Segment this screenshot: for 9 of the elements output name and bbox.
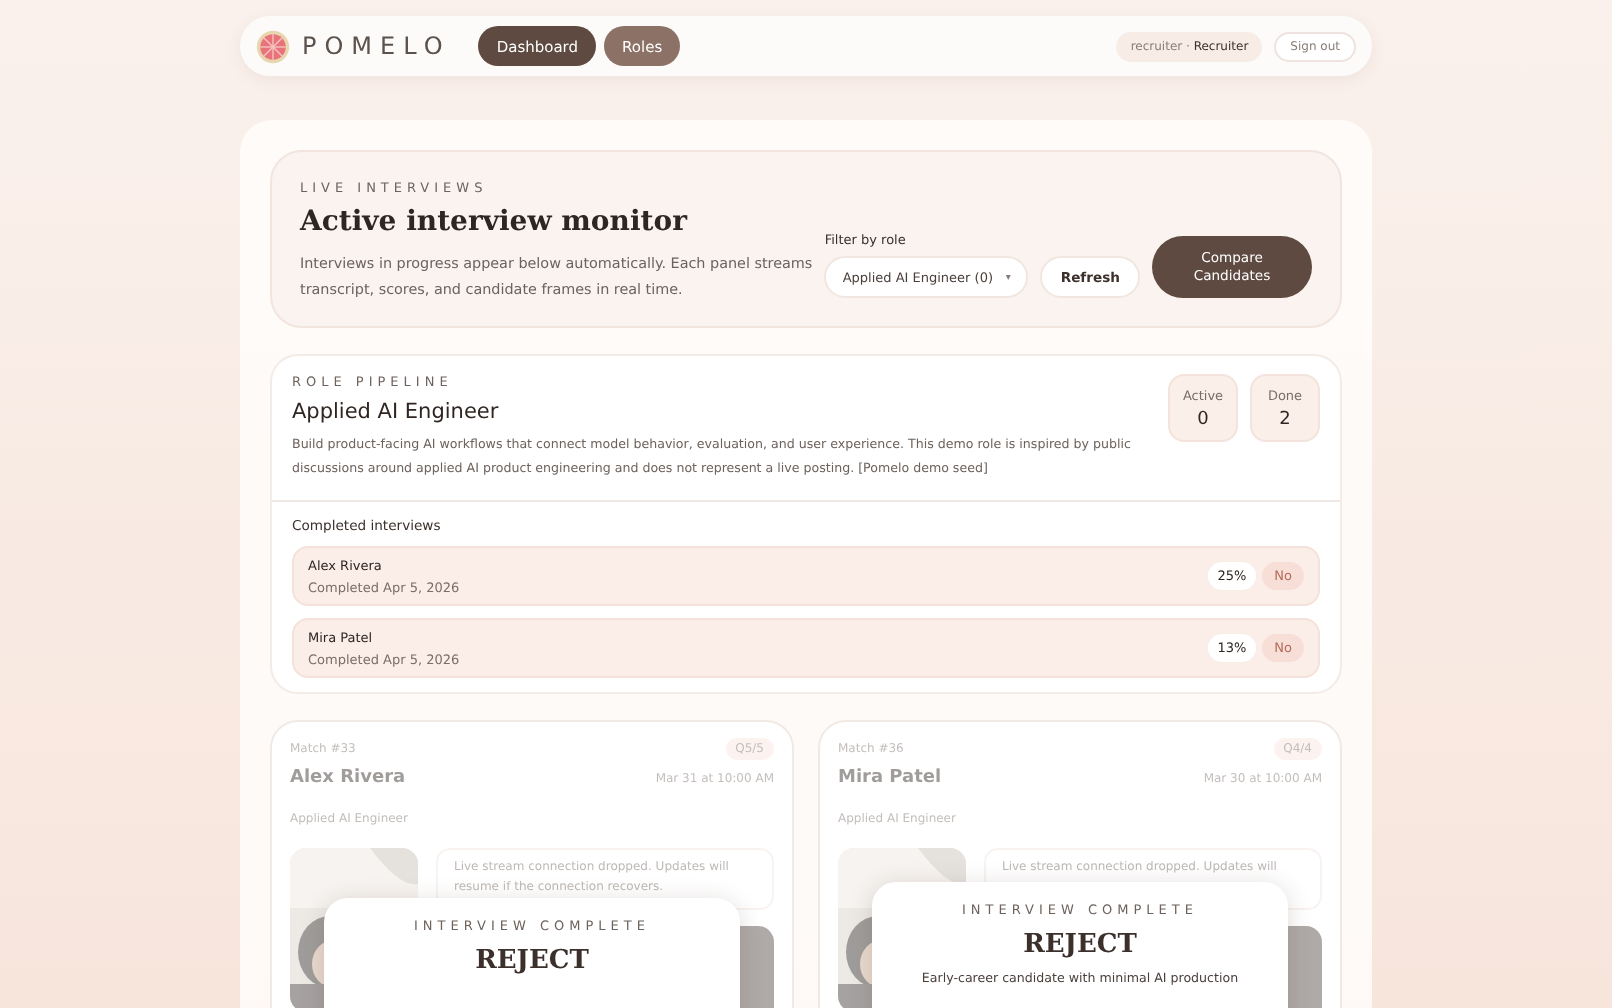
stat-value: 0 [1197,409,1209,429]
candidate-name: Mira Patel [838,768,942,788]
stat-value: 2 [1279,409,1291,429]
verdict: REJECT [1023,930,1137,960]
role-title: Applied AI Engineer [292,400,501,424]
page-title: Active interview monitor [300,206,690,238]
candidate-name: Alex Rivera [290,768,406,788]
brand-name: POMELO [302,32,451,60]
verdict: REJECT [475,946,589,976]
